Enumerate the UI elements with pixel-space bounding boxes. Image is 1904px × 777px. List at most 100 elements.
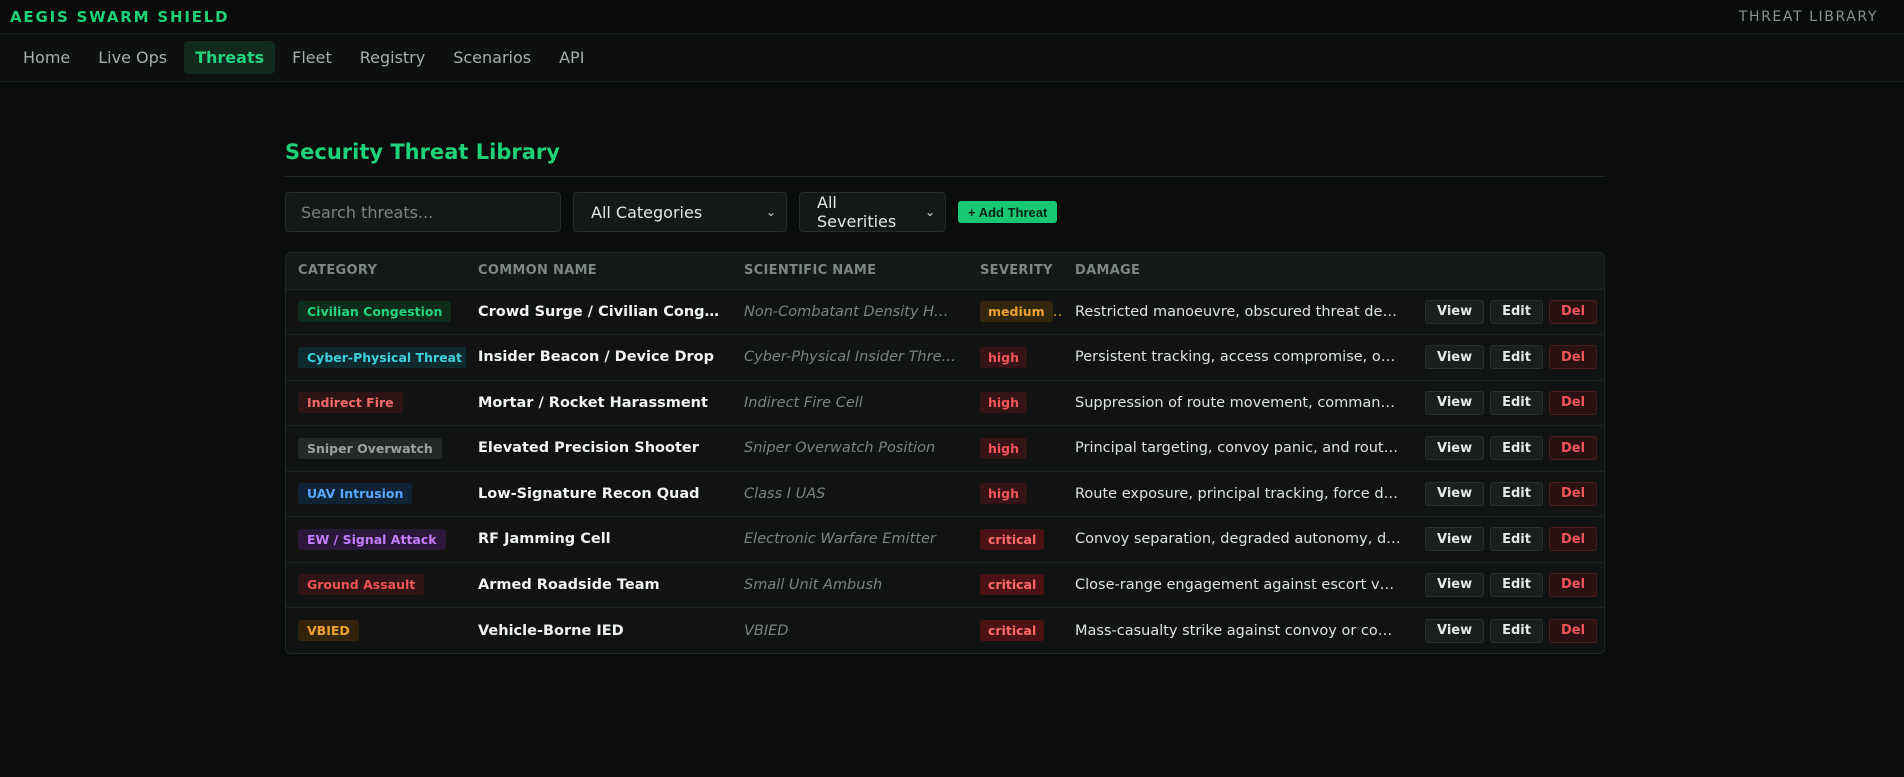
nav-item-home[interactable]: Home xyxy=(12,41,81,74)
nav-item-live-ops[interactable]: Live Ops xyxy=(87,41,178,74)
col-header-severity[interactable]: SEVERITY xyxy=(968,253,1063,290)
category-badge: Sniper Overwatch xyxy=(298,437,442,459)
category-cell: Indirect Fire xyxy=(286,380,466,426)
row-actions: View Edit Del xyxy=(1425,299,1598,324)
severity-select[interactable]: All Severities ⌄ xyxy=(799,192,946,232)
category-cell: VBIED xyxy=(286,608,466,654)
view-button[interactable]: View xyxy=(1425,481,1485,506)
view-button[interactable]: View xyxy=(1425,390,1485,415)
actions-cell: View Edit Del xyxy=(1413,516,1604,563)
actions-cell: View Edit Del xyxy=(1413,334,1604,381)
delete-button[interactable]: Del xyxy=(1548,436,1598,461)
view-button[interactable]: View xyxy=(1425,436,1485,461)
damage-cell: Route exposure, principal tracking, forc… xyxy=(1063,471,1413,517)
category-cell: Ground Assault xyxy=(286,562,466,608)
brand-logo[interactable]: AEGIS SWARM SHIELD xyxy=(10,8,229,26)
severity-cell: high xyxy=(968,425,1063,472)
table-row[interactable]: Civilian Congestion Crowd Surge / Civilia… xyxy=(286,289,1604,335)
scientific-name-cell: VBIED xyxy=(744,622,789,639)
severity-cell: critical xyxy=(968,562,1063,608)
table-row[interactable]: EW / Signal Attack RF Jamming Cell Electro… xyxy=(286,516,1604,563)
common-name-cell: RF Jamming Cell xyxy=(466,516,732,563)
severity-badge: medium xyxy=(980,301,1053,323)
edit-button[interactable]: Edit xyxy=(1490,481,1543,506)
category-select[interactable]: All Categories ⌄ xyxy=(573,192,787,232)
view-button[interactable]: View xyxy=(1425,618,1485,643)
damage-cell: Restricted manoeuvre, obscured threat de… xyxy=(1063,289,1413,335)
search-input[interactable] xyxy=(285,192,561,232)
damage-cell: Convoy separation, degraded autonomy, de… xyxy=(1063,516,1413,563)
row-actions: View Edit Del xyxy=(1425,527,1598,552)
scientific-name-cell: Electronic Warfare Emitter xyxy=(732,516,968,563)
damage-cell: Persistent tracking, access compromise, … xyxy=(1063,334,1413,381)
row-actions: View Edit Del xyxy=(1425,436,1598,461)
table-header-row: CATEGORY COMMON NAME SCIENTIFIC NAME SEV… xyxy=(286,253,1604,290)
delete-button[interactable]: Del xyxy=(1548,390,1598,415)
edit-button[interactable]: Edit xyxy=(1490,299,1543,324)
add-threat-button[interactable]: + Add Threat xyxy=(958,201,1058,223)
category-badge: Indirect Fire xyxy=(298,392,403,414)
table-row[interactable]: VBIED Vehicle-Borne IED VBIED critical Mass-… xyxy=(286,608,1604,654)
edit-button[interactable]: Edit xyxy=(1490,390,1543,415)
nav-item-registry[interactable]: Registry xyxy=(349,41,437,74)
common-name-cell: Elevated Precision Shooter xyxy=(466,425,732,472)
severity-cell: critical xyxy=(968,516,1063,563)
category-select-value: All Categories xyxy=(591,202,703,222)
top-bar: AEGIS SWARM SHIELD THREAT LIBRARY xyxy=(0,0,1904,34)
table-row[interactable]: Cyber-Physical Threat Insider Beacon / De… xyxy=(286,334,1604,381)
edit-button[interactable]: Edit xyxy=(1490,436,1543,461)
threat-table: CATEGORY COMMON NAME SCIENTIFIC NAME SEV… xyxy=(285,252,1605,654)
actions-cell: View Edit Del xyxy=(1413,425,1604,472)
table-row[interactable]: Indirect Fire Mortar / Rocket Harassment I… xyxy=(286,380,1604,426)
col-header-common-name[interactable]: COMMON NAME xyxy=(466,253,732,290)
view-button[interactable]: View xyxy=(1425,299,1485,324)
edit-button[interactable]: Edit xyxy=(1490,618,1543,643)
delete-button[interactable]: Del xyxy=(1548,481,1598,506)
edit-button[interactable]: Edit xyxy=(1490,527,1543,552)
delete-button[interactable]: Del xyxy=(1548,299,1598,324)
view-button[interactable]: View xyxy=(1425,572,1485,597)
category-cell: Civilian Congestion xyxy=(286,289,466,335)
scientific-name-cell: Class I UAS xyxy=(732,471,968,517)
section-label: THREAT LIBRARY xyxy=(1738,8,1878,25)
nav-item-fleet[interactable]: Fleet xyxy=(281,41,343,74)
actions-cell: View Edit Del xyxy=(1413,380,1604,426)
common-name-cell: Crowd Surge / Civilian Congestion xyxy=(466,289,732,335)
category-badge: Cyber-Physical Threat xyxy=(298,346,466,368)
category-badge: Ground Assault xyxy=(298,574,425,596)
view-button[interactable]: View xyxy=(1425,345,1485,370)
damage-cell: Close-range engagement against escort ve… xyxy=(1063,562,1413,608)
severity-badge: high xyxy=(980,392,1028,414)
view-button[interactable]: View xyxy=(1425,527,1485,552)
common-name-cell: Low-Signature Recon Quad xyxy=(466,471,732,517)
delete-button[interactable]: Del xyxy=(1548,572,1598,597)
table-row[interactable]: Sniper Overwatch Elevated Precision Shoot… xyxy=(286,425,1604,472)
damage-cell: Principal targeting, convoy panic, and r… xyxy=(1063,425,1413,472)
nav-item-threats[interactable]: Threats xyxy=(184,41,276,74)
delete-button[interactable]: Del xyxy=(1548,345,1598,370)
chevron-down-icon: ⌄ xyxy=(765,205,776,219)
table-row[interactable]: Ground Assault Armed Roadside Team Small U… xyxy=(286,562,1604,608)
scientific-name-cell: Indirect Fire Cell xyxy=(732,380,968,426)
table-row[interactable]: UAV Intrusion Low-Signature Recon Quad Cla… xyxy=(286,471,1604,517)
edit-button[interactable]: Edit xyxy=(1490,572,1543,597)
damage-cell: Mass-casualty strike against convoy or c… xyxy=(1075,622,1413,639)
row-actions: View Edit Del xyxy=(1425,481,1598,506)
col-header-damage[interactable]: DAMAGE xyxy=(1063,253,1413,290)
col-header-scientific-name[interactable]: SCIENTIFIC NAME xyxy=(732,253,968,290)
nav-item-scenarios[interactable]: Scenarios xyxy=(442,41,542,74)
actions-cell: View Edit Del xyxy=(1413,289,1604,335)
delete-button[interactable]: Del xyxy=(1548,527,1598,552)
scientific-name-cell: Sniper Overwatch Position xyxy=(732,425,968,472)
common-name-cell: Vehicle-Borne IED xyxy=(478,622,624,639)
severity-select-value: All Severities xyxy=(817,193,897,231)
common-name-cell: Mortar / Rocket Harassment xyxy=(466,380,732,426)
delete-button[interactable]: Del xyxy=(1548,618,1598,643)
severity-badge: critical xyxy=(980,574,1045,596)
nav-item-api[interactable]: API xyxy=(548,41,595,74)
row-actions: View Edit Del xyxy=(1425,390,1598,415)
edit-button[interactable]: Edit xyxy=(1490,345,1543,370)
col-header-category[interactable]: CATEGORY xyxy=(286,253,466,290)
severity-badge: high xyxy=(980,483,1028,505)
row-actions: View Edit Del xyxy=(1425,345,1598,370)
